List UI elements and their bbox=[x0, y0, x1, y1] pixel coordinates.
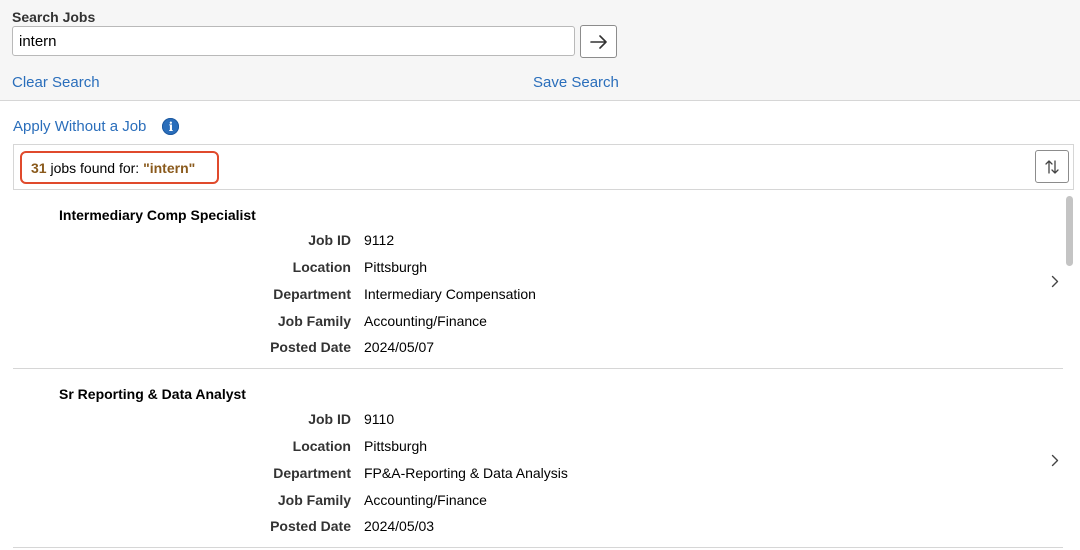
job-id-value: 9112 bbox=[364, 232, 395, 248]
job-card[interactable]: Intermediary Comp Specialist Job ID 9112… bbox=[13, 190, 1063, 369]
job-id-label: Job ID bbox=[308, 411, 351, 427]
department-label: Department bbox=[273, 465, 351, 481]
job-family-label: Job Family bbox=[277, 313, 351, 329]
posted-date-row: Posted Date 2024/05/07 bbox=[13, 339, 813, 359]
posted-date-value: 2024/05/03 bbox=[364, 518, 435, 534]
posted-date-label: Posted Date bbox=[270, 339, 351, 355]
chevron-right-icon bbox=[1051, 454, 1059, 466]
search-panel: Search Jobs Clear Search Save Search bbox=[0, 0, 1080, 101]
location-label: Location bbox=[292, 438, 351, 454]
search-input[interactable] bbox=[12, 26, 575, 56]
row-chevron-button[interactable] bbox=[1047, 272, 1063, 290]
results-summary: 31 jobs found for: "intern" bbox=[20, 151, 219, 184]
job-family-row: Job Family Accounting/Finance bbox=[13, 492, 813, 512]
arrow-right-icon bbox=[589, 34, 607, 49]
location-row: Location Pittsburgh bbox=[13, 438, 813, 458]
row-chevron-button[interactable] bbox=[1047, 451, 1063, 469]
department-value: FP&A-Reporting & Data Analysis bbox=[364, 465, 568, 481]
job-card[interactable]: Sr Reporting & Data Analyst Job ID 9110 … bbox=[13, 369, 1063, 548]
posted-date-label: Posted Date bbox=[270, 518, 351, 534]
search-go-button[interactable] bbox=[580, 25, 617, 58]
location-value: Pittsburgh bbox=[364, 438, 428, 454]
job-title: Sr Reporting & Data Analyst bbox=[59, 386, 246, 402]
posted-date-value: 2024/05/07 bbox=[364, 339, 435, 355]
save-search-link[interactable]: Save Search bbox=[533, 74, 619, 91]
search-label: Search Jobs bbox=[12, 9, 96, 25]
location-value: Pittsburgh bbox=[364, 259, 428, 275]
department-row: Department Intermediary Compensation bbox=[13, 286, 813, 306]
scrollbar-thumb[interactable] bbox=[1066, 196, 1073, 266]
location-label: Location bbox=[292, 259, 351, 275]
job-id-value: 9110 bbox=[364, 411, 395, 427]
results-text: jobs found for: bbox=[46, 159, 144, 176]
department-label: Department bbox=[273, 286, 351, 302]
posted-date-row: Posted Date 2024/05/03 bbox=[13, 518, 813, 538]
job-family-row: Job Family Accounting/Finance bbox=[13, 313, 813, 333]
job-id-row: Job ID 9112 bbox=[13, 232, 813, 252]
job-id-label: Job ID bbox=[308, 232, 351, 248]
apply-without-job-row: Apply Without a Job i bbox=[13, 118, 180, 135]
chevron-right-icon bbox=[1051, 275, 1059, 287]
sort-button[interactable] bbox=[1035, 150, 1069, 183]
job-family-value: Accounting/Finance bbox=[364, 313, 487, 329]
info-icon[interactable]: i bbox=[162, 118, 180, 135]
clear-search-link[interactable]: Clear Search bbox=[12, 74, 100, 91]
job-family-value: Accounting/Finance bbox=[364, 492, 487, 508]
location-row: Location Pittsburgh bbox=[13, 259, 813, 279]
job-list: Intermediary Comp Specialist Job ID 9112… bbox=[13, 190, 1063, 548]
job-title: Intermediary Comp Specialist bbox=[59, 207, 256, 223]
results-count: 31 bbox=[31, 159, 47, 176]
job-id-row: Job ID 9110 bbox=[13, 411, 813, 431]
job-family-label: Job Family bbox=[277, 492, 351, 508]
department-value: Intermediary Compensation bbox=[364, 286, 536, 302]
apply-without-job-link[interactable]: Apply Without a Job bbox=[13, 118, 146, 135]
department-row: Department FP&A-Reporting & Data Analysi… bbox=[13, 465, 813, 485]
results-bar: 31 jobs found for: "intern" bbox=[13, 144, 1074, 190]
results-query: "intern" bbox=[143, 159, 196, 176]
sort-icon bbox=[1045, 159, 1059, 174]
